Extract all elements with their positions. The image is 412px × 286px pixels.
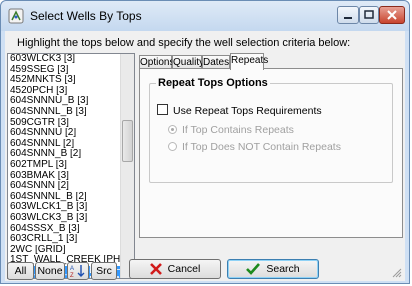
list-item[interactable]: 604SNNNL_B [2] [8, 192, 120, 203]
maximize-button[interactable] [359, 6, 379, 24]
cancel-button[interactable]: Cancel [129, 259, 221, 279]
sort-button[interactable]: A Z [67, 262, 89, 280]
instructions-text: Highlight the tops below and specify the… [17, 37, 351, 49]
app-icon [8, 8, 24, 24]
list-scroll-thumb[interactable] [122, 120, 133, 162]
radio-if-top-not-contain-repeats[interactable]: If Top Does NOT Contain Repeats [168, 141, 341, 153]
list-item[interactable]: 604SNNN_B [2] [8, 149, 120, 160]
tab-dates[interactable]: Dates [202, 55, 230, 69]
checkmark-icon [246, 263, 261, 275]
tops-listbox[interactable]: 603WLCK3 [3] 459SSEG [3] 452MNKTS [3] 4520P… [7, 53, 135, 279]
radio-dot[interactable] [168, 142, 177, 151]
list-item[interactable]: 603WLCK3_B [3] [8, 213, 120, 224]
list-item[interactable]: 602TMPL [3] [8, 160, 120, 171]
list-item[interactable]: 604SSSX_B [3] [8, 224, 120, 235]
use-repeat-tops-checkbox[interactable]: Use Repeat Tops Requirements [157, 104, 322, 117]
list-item[interactable]: 603BMAK [3] [8, 171, 120, 182]
tab-repeats[interactable]: Repeats [230, 53, 268, 70]
list-item[interactable]: 604SNNN [2] [8, 181, 120, 192]
list-item[interactable]: 452MNKTS [3] [8, 75, 120, 86]
list-item[interactable]: 603CRLL_1 [3] [8, 234, 120, 245]
maximize-icon [364, 10, 374, 19]
list-item[interactable]: 4520PCH [3] [8, 86, 120, 97]
radio-dot-selected[interactable] [168, 125, 177, 134]
minimize-button[interactable] [337, 6, 359, 24]
close-icon [387, 10, 397, 20]
select-none-button[interactable]: None [35, 262, 65, 280]
dialog-client-area: Highlight the tops below and specify the… [5, 31, 405, 281]
window-title: Select Wells By Tops [30, 9, 142, 23]
list-item[interactable]: 604SNNNL [2] [8, 139, 120, 150]
list-item[interactable]: 509CGTR [3] [8, 118, 120, 129]
radio-contains-label: If Top Contains Repeats [182, 124, 294, 136]
repeats-tab-panel: Repeat Tops Options Use Repeat Tops Requ… [139, 68, 403, 238]
list-item[interactable]: 604SNNNU_B [3] [8, 96, 120, 107]
minimize-icon [344, 17, 352, 19]
cancel-label: Cancel [167, 263, 201, 275]
resize-grip-icon[interactable] [392, 268, 402, 278]
svg-text:A: A [70, 266, 74, 272]
sort-az-icon: A Z [70, 265, 85, 279]
use-repeat-tops-label: Use Repeat Tops Requirements [173, 105, 322, 117]
list-item[interactable]: 2WC [GRID] [8, 245, 120, 256]
source-button[interactable]: Src [91, 262, 117, 280]
list-item[interactable]: 603WLCK1_B [3] [8, 202, 120, 213]
radio-if-top-contains-repeats[interactable]: If Top Contains Repeats [168, 124, 294, 136]
close-button[interactable] [379, 6, 405, 24]
tab-options[interactable]: Options [139, 55, 174, 69]
radio-not-contains-label: If Top Does NOT Contain Repeats [182, 141, 341, 153]
title-bar[interactable]: Select Wells By Tops [1, 1, 409, 31]
svg-text:Z: Z [70, 273, 74, 278]
list-item[interactable]: 459SSEG [3] [8, 65, 120, 76]
select-all-button[interactable]: All [7, 262, 34, 280]
search-button[interactable]: Search [227, 259, 319, 279]
dialog-window: Select Wells By Tops Highlight the tops … [0, 0, 410, 284]
checkbox-box[interactable] [157, 104, 168, 115]
tops-list: 603WLCK3 [3] 459SSEG [3] 452MNKTS [3] 4520P… [8, 54, 120, 278]
list-item[interactable]: 604SNNNU [2] [8, 128, 120, 139]
tab-quality[interactable]: Quality [172, 55, 204, 69]
repeat-tops-options-group: Repeat Tops Options Use Repeat Tops Requ… [149, 77, 393, 183]
list-vertical-scrollbar[interactable] [120, 54, 134, 278]
cancel-x-icon [149, 263, 162, 275]
list-item[interactable]: 604SNNNL_B [3] [8, 107, 120, 118]
group-title: Repeat Tops Options [156, 77, 270, 89]
list-item[interactable]: 603WLCK3 [3] [8, 54, 120, 65]
search-label: Search [266, 263, 300, 275]
